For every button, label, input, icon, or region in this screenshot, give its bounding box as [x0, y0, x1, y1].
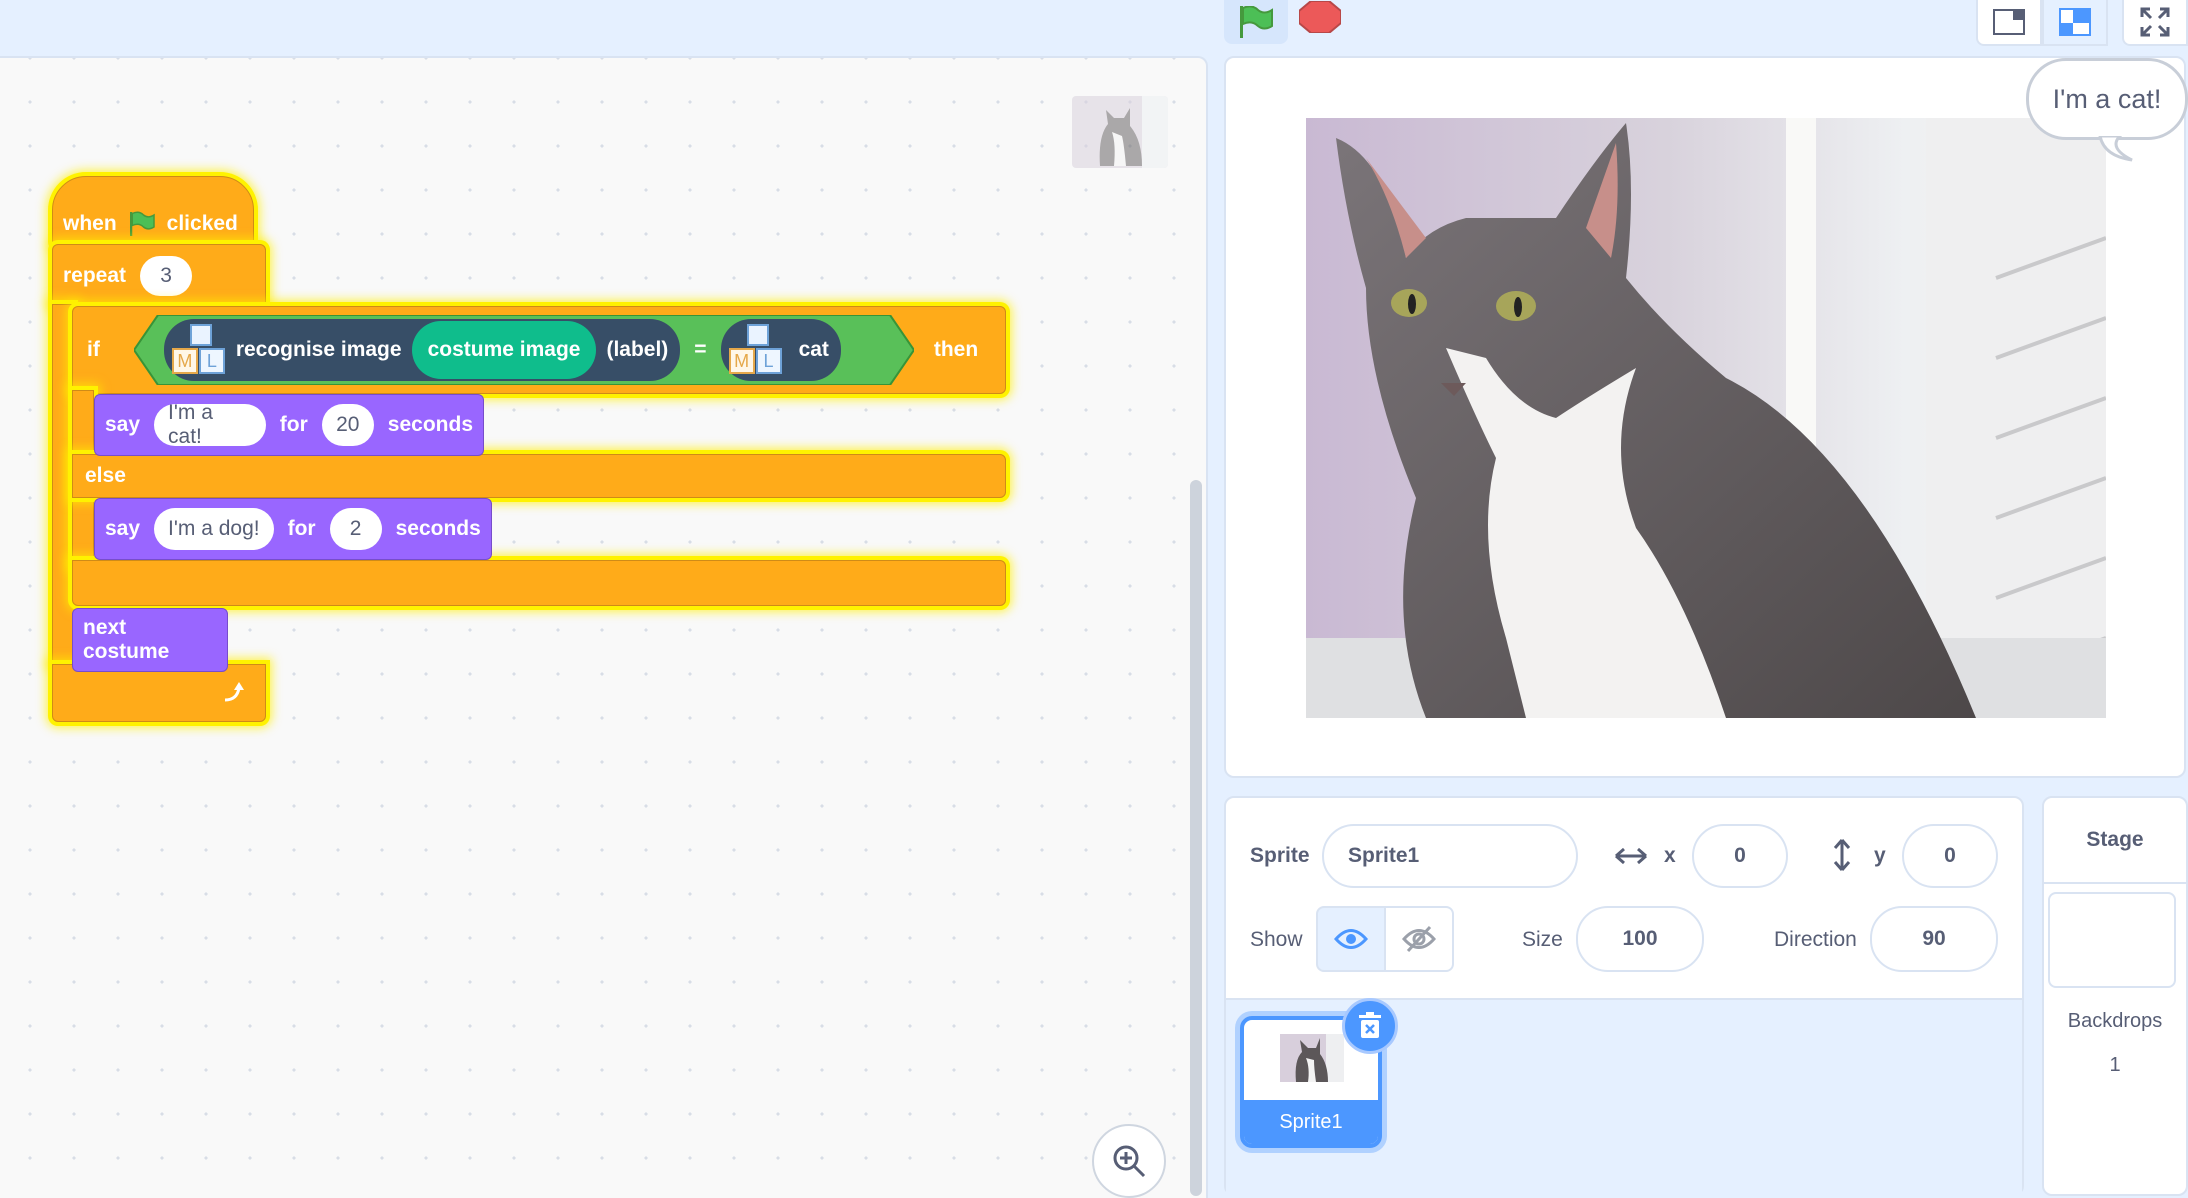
seconds-label: seconds — [395, 517, 481, 540]
then-label: then — [933, 338, 979, 361]
equals-operator[interactable]: M L recognise image costume image (label… — [133, 315, 914, 385]
show-label: Show — [1250, 928, 1303, 951]
class-label-reporter[interactable]: M L cat — [720, 319, 841, 381]
else-label: else — [85, 464, 126, 487]
seconds-label: seconds — [387, 413, 473, 436]
direction-input[interactable]: 90 — [1870, 906, 1998, 972]
show-sprite-button[interactable] — [1316, 906, 1386, 972]
costume-image-reporter[interactable]: costume image — [411, 321, 597, 379]
sprite-thumbnail-watermark — [1072, 96, 1168, 168]
recognise-image-label: recognise image — [235, 338, 402, 361]
next-costume-block[interactable]: next costume — [72, 608, 228, 672]
hide-sprite-button[interactable] — [1384, 906, 1454, 972]
for-label: for — [287, 517, 316, 540]
small-stage-button[interactable] — [1976, 0, 2042, 46]
next-costume-label: next costume — [83, 616, 170, 663]
sprite-thumbnail — [1280, 1034, 1344, 1082]
normal-stage-button[interactable] — [2042, 0, 2108, 46]
top-bar — [0, 0, 2188, 58]
ml-extension-icon: M L — [728, 324, 783, 376]
repeat-label: repeat — [63, 264, 127, 287]
clicked-label: clicked — [166, 212, 238, 235]
when-label: when — [63, 212, 117, 235]
x-label: x — [1664, 844, 1676, 867]
loop-arrow-icon — [224, 682, 244, 702]
repeat-block-bottom — [52, 664, 266, 722]
zoom-in-button[interactable] — [1092, 1124, 1166, 1198]
sprite-label: Sprite — [1250, 844, 1310, 867]
else-section: else — [72, 454, 1006, 498]
if-else-bottom — [72, 560, 1006, 606]
say-label: say — [105, 517, 141, 540]
ml-extension-icon: M L — [171, 324, 226, 376]
zoom-in-icon — [1113, 1145, 1146, 1178]
fullscreen-button[interactable] — [2122, 0, 2188, 46]
say-text-input[interactable]: I'm a dog! — [154, 508, 274, 550]
stop-icon — [1299, 1, 1341, 33]
direction-label: Direction — [1774, 928, 1857, 951]
repeat-block[interactable]: repeat 3 — [52, 244, 266, 308]
for-label: for — [279, 413, 308, 436]
if-label: if — [87, 338, 100, 361]
fullscreen-icon — [2140, 7, 2170, 37]
speech-bubble: I'm a cat! — [2026, 58, 2188, 140]
recognise-image-reporter[interactable]: M L recognise image costume image (label… — [163, 319, 681, 381]
class-label-value: cat — [798, 338, 829, 361]
backdrops-label: Backdrops — [2067, 1010, 2163, 1032]
backdrops-count: 1 — [2109, 1054, 2121, 1076]
x-position-input[interactable]: 0 — [1692, 824, 1788, 888]
sprite-tile-label: Sprite1 — [1244, 1100, 1378, 1144]
eye-slash-icon — [1402, 925, 1436, 953]
y-arrows-icon — [1833, 839, 1851, 871]
y-position-input[interactable]: 0 — [1902, 824, 1998, 888]
size-label: Size — [1522, 928, 1563, 951]
delete-sprite-button[interactable] — [1342, 998, 1398, 1054]
equals-sign: = — [694, 338, 707, 361]
eye-icon — [1334, 929, 1368, 949]
say-text-input[interactable]: I'm a cat! — [154, 401, 266, 448]
green-flag-icon — [1240, 6, 1273, 38]
say-label: say — [105, 413, 141, 436]
repeat-count-input[interactable]: 3 — [140, 256, 193, 296]
cat-sprite[interactable] — [1306, 118, 2106, 718]
sprite-name-input[interactable]: Sprite1 — [1322, 824, 1578, 888]
code-scrollbar[interactable] — [1190, 480, 1202, 1196]
size-input[interactable]: 100 — [1576, 906, 1704, 972]
say-seconds-input[interactable]: 20 — [321, 404, 374, 446]
say-for-secs-block[interactable]: say I'm a dog! for 2 seconds — [94, 498, 492, 560]
say-for-secs-block[interactable]: say I'm a cat! for 20 seconds — [94, 394, 484, 456]
stop-button[interactable] — [1298, 0, 1342, 34]
label-suffix: (label) — [606, 338, 669, 361]
when-flag-clicked-block[interactable]: when clicked — [52, 176, 254, 248]
backdrop-thumbnail[interactable] — [2048, 892, 2176, 988]
y-label: y — [1874, 844, 1886, 867]
if-else-block[interactable]: if M L recognise image costume image (la… — [72, 306, 1006, 394]
say-seconds-input[interactable]: 2 — [329, 508, 382, 550]
repeat-block-arm — [52, 304, 74, 664]
x-arrows-icon — [1615, 847, 1647, 865]
normal-stage-icon — [2059, 8, 2091, 36]
green-flag-button[interactable] — [1224, 0, 1288, 44]
small-stage-icon — [1993, 9, 2025, 35]
speech-bubble-tail — [2098, 136, 2133, 162]
green-flag-icon — [129, 211, 155, 236]
stage-panel-title: Stage — [2086, 828, 2144, 851]
trash-icon — [1359, 1012, 1381, 1038]
